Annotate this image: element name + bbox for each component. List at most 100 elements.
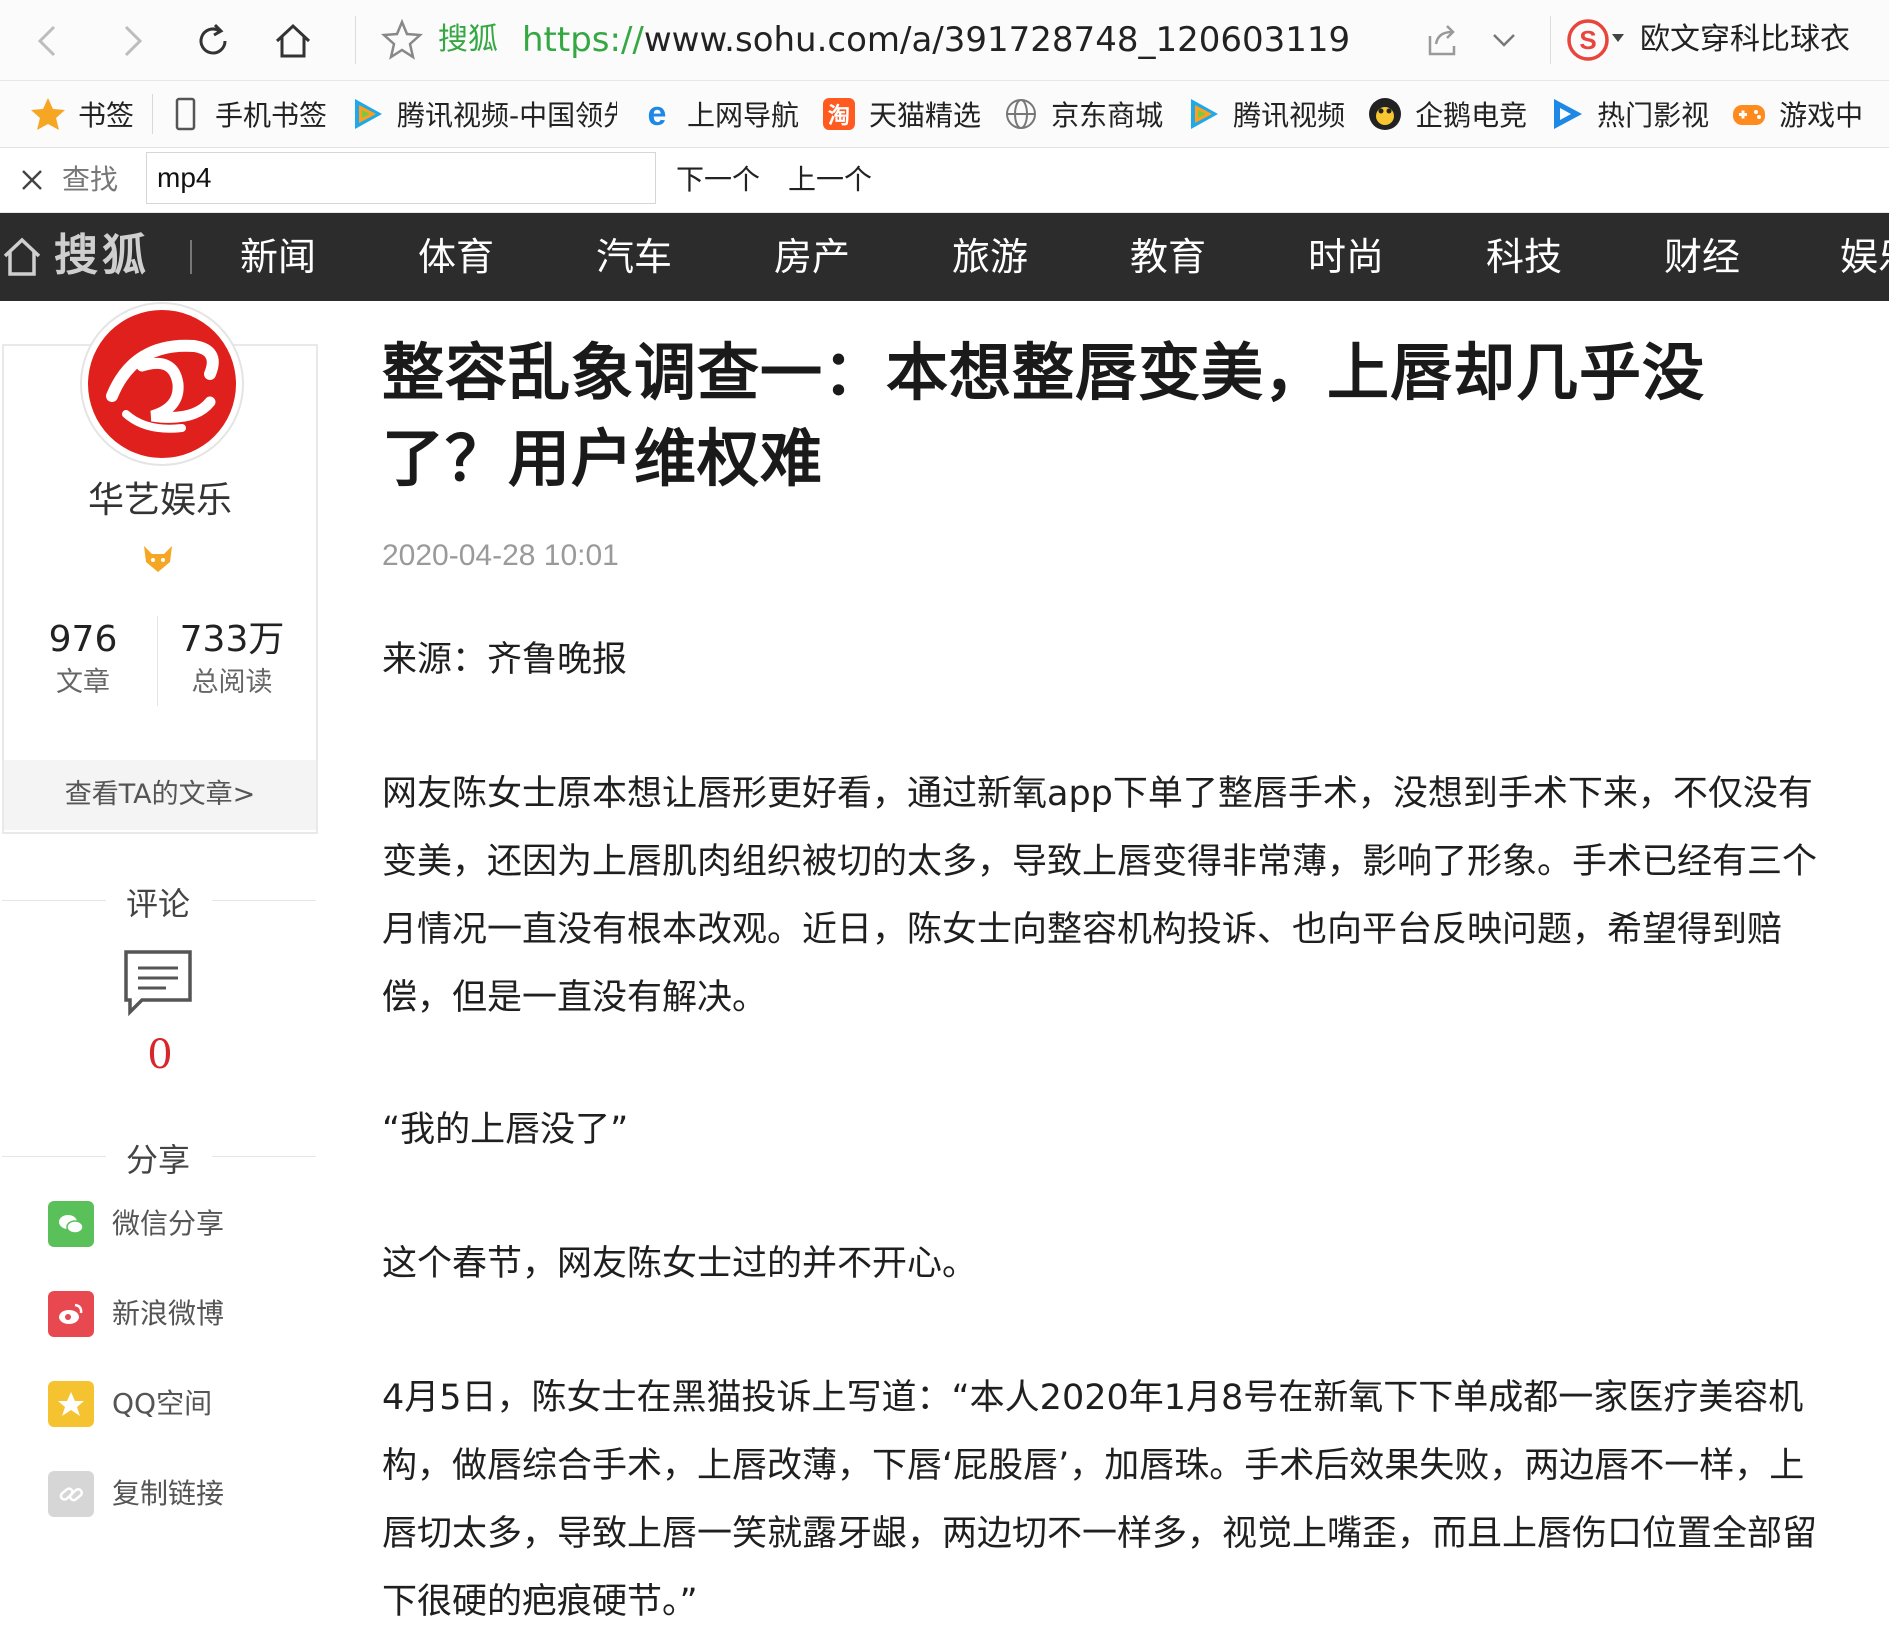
nav-item-news[interactable]: 新闻: [240, 232, 316, 282]
qzone-star-icon: [48, 1381, 94, 1427]
sohu-logo[interactable]: 搜狐: [54, 230, 150, 282]
reads-count: 733万: [179, 619, 285, 660]
bookmark-item[interactable]: e 上网导航: [639, 81, 799, 147]
share-label: 复制链接: [112, 1477, 225, 1510]
forward-button[interactable]: [104, 14, 158, 68]
sogou-search-icon[interactable]: S: [1566, 18, 1610, 62]
home-button[interactable]: [266, 14, 320, 68]
search-suggestion[interactable]: 欧文穿科比球衣: [1640, 20, 1850, 60]
bookmark-label: 上网导航: [687, 99, 800, 132]
chevron-right-icon: [124, 25, 143, 57]
penguin-icon: [1367, 96, 1403, 132]
reload-button[interactable]: [186, 14, 240, 68]
comment-heading: 评论: [125, 885, 190, 923]
bookmark-item[interactable]: 热门影视: [1549, 81, 1709, 147]
bookmark-item[interactable]: 手机书签: [167, 81, 327, 147]
reads-label: 总阅读: [191, 667, 273, 698]
toolbar-divider: [355, 16, 356, 64]
star-icon: [30, 96, 66, 132]
url-path: www.sohu.com/a/391728748_120603119: [643, 20, 1351, 60]
nav-item-sports[interactable]: 体育: [418, 232, 494, 282]
bookmark-divider: [152, 94, 154, 134]
article-paragraph: 4月5日，陈女士在黑猫投诉上写道：“本人2020年1月8号在新氧下下单成都一家医…: [382, 1378, 1818, 1622]
find-label: 查找: [62, 163, 119, 196]
bookmark-item[interactable]: 游戏中: [1731, 81, 1863, 147]
caret-down-icon[interactable]: [1612, 34, 1624, 42]
avatar[interactable]: [80, 302, 244, 466]
find-input[interactable]: [146, 152, 656, 204]
find-next-button[interactable]: 下一个: [676, 160, 760, 200]
bookmark-item[interactable]: 书签: [30, 81, 134, 147]
article-title: 整容乱象调查一：本想整唇变美，上唇却几乎没了？用户维权难: [382, 336, 1706, 495]
tencent-video-icon: [1185, 96, 1221, 132]
phone-icon: [167, 96, 203, 132]
bookmark-item[interactable]: 淘 天猫精选: [821, 81, 981, 147]
copy-link-button[interactable]: 复制链接: [48, 1471, 224, 1517]
address-bar[interactable]: https://www.sohu.com/a/391728748_1206031…: [522, 18, 1350, 62]
bookmark-star-icon[interactable]: [380, 18, 424, 62]
share-qzone-button[interactable]: QQ空间: [48, 1381, 212, 1427]
globe-icon: [1003, 96, 1039, 132]
share-page-icon[interactable]: [1424, 20, 1460, 60]
back-button[interactable]: [22, 14, 76, 68]
share-label: QQ空间: [112, 1387, 213, 1420]
wechat-icon: [48, 1201, 94, 1247]
nav-item-auto[interactable]: 汽车: [596, 232, 672, 282]
bookmark-label: 天猫精选: [869, 99, 982, 132]
nav-item-tech[interactable]: 科技: [1486, 232, 1562, 282]
nav-item-education[interactable]: 教育: [1130, 232, 1206, 282]
bookmark-label: 腾讯视频: [1233, 99, 1346, 132]
link-icon: [48, 1471, 94, 1517]
svg-text:S: S: [1579, 25, 1596, 55]
nav-item-entertainment[interactable]: 娱乐: [1840, 232, 1889, 282]
articles-count: 976: [48, 619, 118, 660]
share-wechat-button[interactable]: 微信分享: [48, 1201, 224, 1247]
nav-item-finance[interactable]: 财经: [1664, 232, 1740, 282]
nav-item-house[interactable]: 房产: [774, 232, 850, 282]
chevron-left-icon: [37, 25, 56, 57]
reload-icon: [199, 23, 227, 55]
tencent-video-icon: [349, 96, 385, 132]
article-source: 来源：齐鲁晚报: [382, 640, 628, 680]
author-logo-icon: [88, 310, 236, 458]
share-weibo-button[interactable]: 新浪微博: [48, 1291, 224, 1337]
find-prev-button[interactable]: 上一个: [788, 160, 872, 200]
article-paragraph: 这个春节，网友陈女士过的并不开心。: [382, 1244, 978, 1284]
fox-badge-icon: [144, 546, 172, 572]
article-subheading: “我的上唇没了”: [382, 1110, 629, 1150]
bookmark-label: 腾讯视频-中国领先: [397, 99, 618, 132]
toolbar-divider: [1550, 16, 1551, 64]
comment-count[interactable]: 0: [2, 1030, 318, 1080]
article-date: 2020-04-28 10:01: [382, 539, 619, 572]
play-icon: [1549, 96, 1585, 132]
bookmark-item[interactable]: 京东商城: [1003, 81, 1163, 147]
site-name-label: 搜狐: [438, 22, 498, 57]
taobao-icon: 淘: [821, 96, 857, 132]
nav-item-travel[interactable]: 旅游: [952, 232, 1028, 282]
bookmark-item[interactable]: 企鹅电竞: [1367, 81, 1527, 147]
bookmark-item[interactable]: 腾讯视频-中国领先: [349, 81, 617, 147]
home-icon[interactable]: [2, 234, 42, 278]
comment-icon[interactable]: [122, 948, 194, 1016]
bookmark-item[interactable]: 腾讯视频: [1185, 81, 1345, 147]
share-heading: 分享: [125, 1141, 190, 1179]
author-name[interactable]: 华艺娱乐: [2, 478, 318, 524]
url-protocol: https://: [522, 20, 644, 60]
stat-divider: [157, 616, 158, 706]
gamepad-icon: [1731, 96, 1767, 132]
weibo-icon: [48, 1291, 94, 1337]
home-icon: [275, 23, 311, 58]
chevron-down-icon[interactable]: [1488, 24, 1520, 56]
ie-icon: e: [639, 96, 675, 132]
close-icon[interactable]: [18, 166, 46, 194]
bookmark-label: 游戏中: [1779, 99, 1864, 132]
nav-divider: [190, 240, 192, 274]
share-label: 微信分享: [112, 1207, 225, 1240]
svg-text:e: e: [648, 96, 667, 132]
nav-item-fashion[interactable]: 时尚: [1308, 232, 1384, 282]
bookmark-label: 书签: [78, 99, 135, 132]
svg-text:淘: 淘: [828, 103, 850, 129]
bookmark-label: 京东商城: [1051, 99, 1164, 132]
bookmark-label: 热门影视: [1597, 99, 1710, 132]
view-articles-link[interactable]: 查看TA的文章>: [4, 760, 316, 830]
